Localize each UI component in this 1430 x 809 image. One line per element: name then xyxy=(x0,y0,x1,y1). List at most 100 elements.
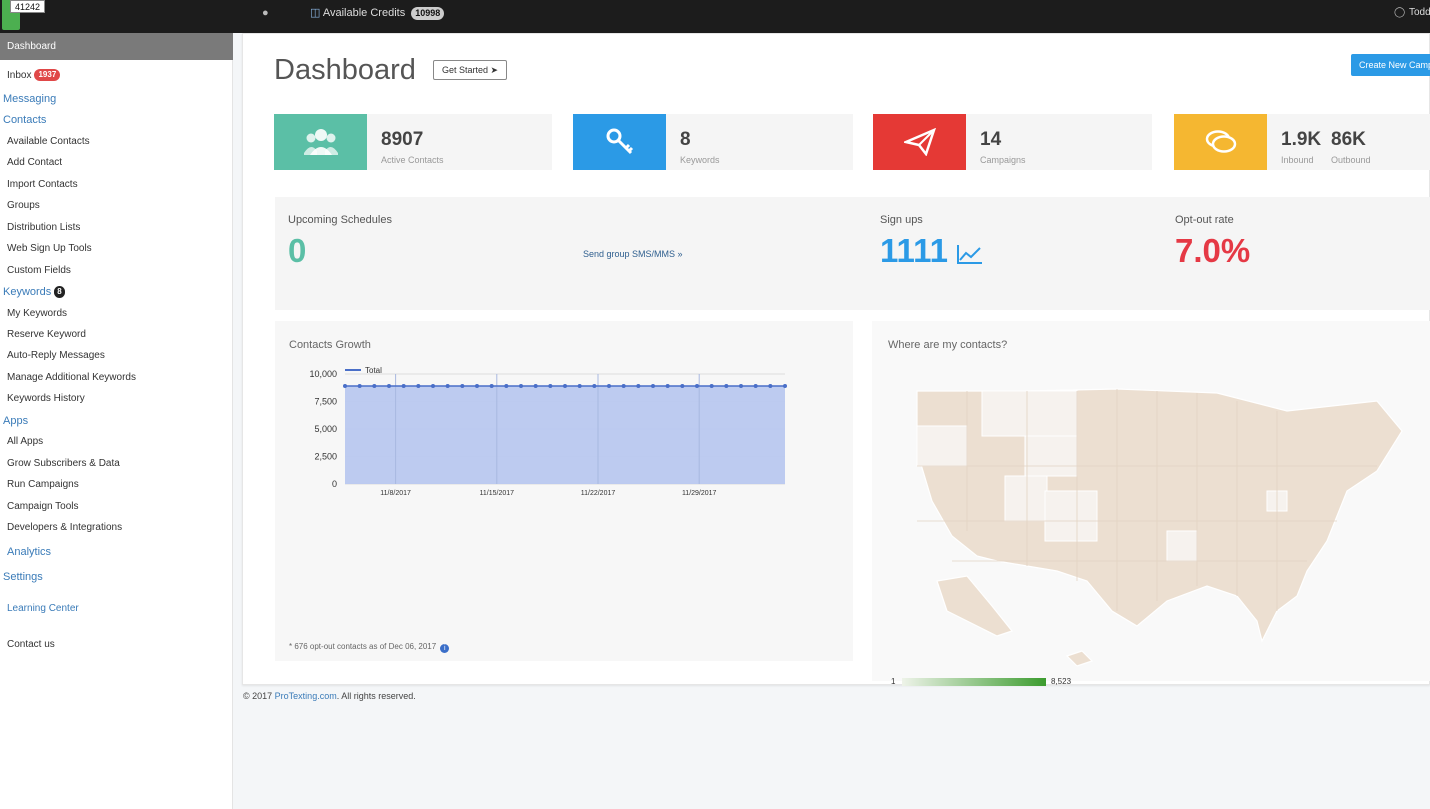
get-started-label: Get Started xyxy=(442,65,489,75)
sidebar-item-analytics[interactable]: Analytics xyxy=(0,546,233,558)
sidebar-item-contacts[interactable]: Contacts xyxy=(0,114,233,126)
sidebar-item-label: Developers & Integrations xyxy=(7,522,123,533)
stat-card-keywords[interactable]: 8 Keywords xyxy=(573,114,853,170)
data-point xyxy=(577,384,582,389)
data-point xyxy=(607,384,611,389)
legend-label: Total xyxy=(365,366,382,375)
data-point xyxy=(753,384,758,389)
stat-card-messages[interactable]: 1.9K Inbound 86K Outbound xyxy=(1174,114,1430,170)
us-map[interactable] xyxy=(907,381,1407,681)
signups-value: 1111 xyxy=(880,232,983,270)
optout-title: Opt-out rate xyxy=(1175,214,1234,226)
sidebar-item-label: Campaign Tools xyxy=(7,501,79,512)
data-point xyxy=(533,384,538,389)
sidebar-item-settings[interactable]: Settings xyxy=(0,571,233,583)
sidebar-item-keywords-history[interactable]: Keywords History xyxy=(0,393,233,405)
x-tick-label: 11/15/2017 xyxy=(480,490,515,497)
top-bar: 41242 ● ◫ Available Credits 10998 ◯ Todd xyxy=(0,0,1430,33)
data-point xyxy=(357,384,362,389)
sidebar-item-label: Analytics xyxy=(7,546,52,558)
data-point xyxy=(460,384,465,389)
create-campaign-button[interactable]: Create New Campaign xyxy=(1351,54,1430,76)
stat-value: 14 xyxy=(980,129,1002,150)
stat-value-inbound: 1.9K xyxy=(1281,129,1322,150)
sidebar-item-label: Settings xyxy=(3,571,43,583)
sidebar-item-label: Contact us xyxy=(7,639,55,650)
sidebar-item-import-contacts[interactable]: Import Contacts xyxy=(0,179,233,191)
sidebar-item-grow-subscribers[interactable]: Grow Subscribers & Data xyxy=(0,458,233,470)
data-point xyxy=(636,384,641,389)
sidebar-item-messaging[interactable]: Messaging xyxy=(0,93,233,105)
y-tick-label: 2,500 xyxy=(314,452,337,462)
stat-value: 8907 xyxy=(381,129,424,150)
stat-card-contacts[interactable]: 8907 Active Contacts xyxy=(274,114,552,170)
data-point xyxy=(768,384,773,389)
stat-card-campaigns[interactable]: 14 Campaigns xyxy=(873,114,1152,170)
users-icon xyxy=(274,114,367,170)
sidebar-item-run-campaigns[interactable]: Run Campaigns xyxy=(0,479,233,491)
sidebar-item-manage-additional-keywords[interactable]: Manage Additional Keywords xyxy=(0,372,233,384)
x-tick-label: 11/29/2017 xyxy=(682,490,717,497)
signups-number: 1111 xyxy=(880,232,948,269)
sidebar: Dashboard Inbox 1937 Messaging Contacts A… xyxy=(0,33,233,809)
sidebar-item-apps[interactable]: Apps xyxy=(0,415,233,427)
sidebar-item-add-contact[interactable]: Add Contact xyxy=(0,157,233,169)
x-tick-label: 11/8/2017 xyxy=(380,490,411,497)
footer-site-link[interactable]: ProTexting.com xyxy=(275,691,337,701)
upcoming-schedules-value: 0 xyxy=(288,232,307,269)
contacts-growth-card: Contacts Growth 0 2,500 5,000 7,500 10,000 11… xyxy=(275,321,853,661)
stat-label: Keywords xyxy=(680,155,720,165)
user-icon[interactable]: ◯ xyxy=(1394,7,1405,18)
sidebar-item-groups[interactable]: Groups xyxy=(0,200,233,212)
account-id-badge: 41242 xyxy=(10,0,46,13)
main-area: Dashboard Get Started ➤ Create New Campa… xyxy=(233,33,1430,809)
user-name[interactable]: Todd xyxy=(1409,7,1430,18)
coins-icon[interactable]: ● xyxy=(262,7,269,19)
sidebar-item-label: Custom Fields xyxy=(7,265,71,276)
sidebar-item-contact-us[interactable]: Contact us xyxy=(0,639,233,651)
sidebar-item-all-apps[interactable]: All Apps xyxy=(0,436,233,448)
data-point xyxy=(416,384,421,389)
sidebar-item-my-keywords[interactable]: My Keywords xyxy=(0,308,233,320)
stat-label: Campaigns xyxy=(980,155,1026,165)
y-tick-label: 0 xyxy=(332,479,337,489)
sidebar-item-label: Manage Additional Keywords xyxy=(7,372,136,383)
sidebar-item-label: Available Contacts xyxy=(7,136,90,147)
get-started-button[interactable]: Get Started ➤ xyxy=(433,60,508,80)
page-title: Dashboard xyxy=(274,54,416,86)
chat-bubbles-icon xyxy=(1174,114,1267,170)
stat-value-outbound: 86K xyxy=(1331,129,1366,150)
sidebar-item-dashboard[interactable]: Dashboard xyxy=(0,33,233,60)
sidebar-item-label: My Keywords xyxy=(7,308,68,319)
credits-badge: 10998 xyxy=(411,7,445,20)
data-point xyxy=(489,384,494,389)
data-point xyxy=(504,384,509,389)
map-legend-min: 1 xyxy=(891,677,896,686)
sidebar-item-custom-fields[interactable]: Custom Fields xyxy=(0,265,233,277)
contacts-growth-title: Contacts Growth xyxy=(289,339,371,351)
sidebar-item-keywords[interactable]: Keywords 8 xyxy=(0,286,233,298)
sidebar-item-distribution-lists[interactable]: Distribution Lists xyxy=(0,222,233,234)
sidebar-item-inbox[interactable]: Inbox 1937 xyxy=(0,69,233,82)
sidebar-item-label: Apps xyxy=(3,415,29,427)
key-icon xyxy=(573,114,666,170)
sidebar-item-web-sign-up-tools[interactable]: Web Sign Up Tools xyxy=(0,243,233,255)
y-tick-label: 7,500 xyxy=(314,397,337,407)
sidebar-item-auto-reply-messages[interactable]: Auto-Reply Messages xyxy=(0,350,233,362)
y-tick-label: 5,000 xyxy=(314,424,337,434)
map-legend-max: 8,523 xyxy=(1051,677,1072,686)
send-group-sms-link[interactable]: Send group SMS/MMS » xyxy=(583,249,683,259)
dashboard-panel: Dashboard Get Started ➤ Create New Campa… xyxy=(242,33,1430,685)
sidebar-item-developers-integrations[interactable]: Developers & Integrations xyxy=(0,522,233,534)
optout-footnote: * 676 opt-out contacts as of Dec 06, 201… xyxy=(289,642,450,653)
sidebar-item-learning-center[interactable]: Learning Center xyxy=(0,603,233,615)
available-credits[interactable]: ◫ Available Credits 10998 xyxy=(310,6,445,20)
sidebar-item-available-contacts[interactable]: Available Contacts xyxy=(0,136,233,148)
info-icon[interactable]: i xyxy=(440,644,450,653)
sidebar-item-reserve-keyword[interactable]: Reserve Keyword xyxy=(0,329,233,341)
contacts-map-title: Where are my contacts? xyxy=(888,339,1008,351)
sidebar-item-campaign-tools[interactable]: Campaign Tools xyxy=(0,501,233,513)
sidebar-item-label: Grow Subscribers & Data xyxy=(7,458,120,469)
sidebar-item-label: Distribution Lists xyxy=(7,222,81,233)
data-point xyxy=(651,384,655,389)
